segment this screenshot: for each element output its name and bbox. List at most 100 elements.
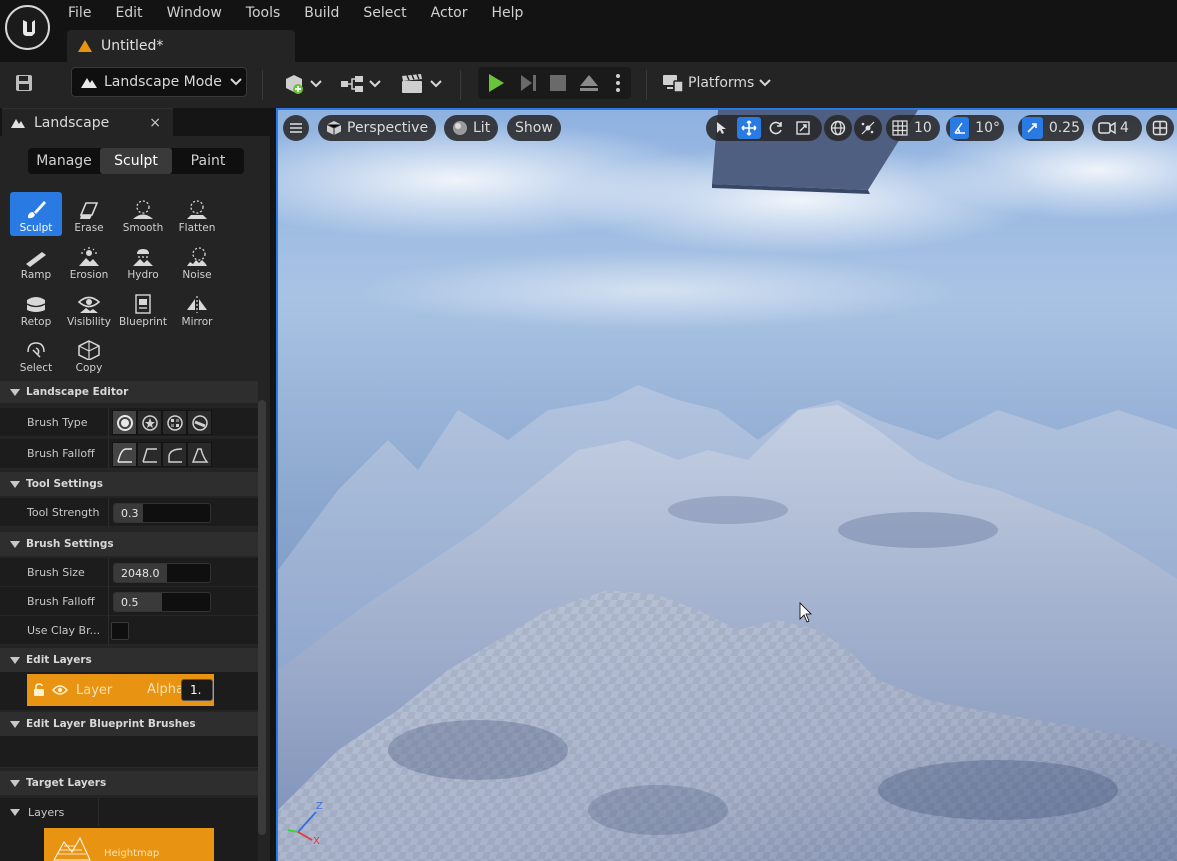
category-brush-settings[interactable]: Brush Settings [0, 532, 258, 556]
show-flags-button[interactable]: Show [507, 115, 561, 141]
menu-window[interactable]: Window [167, 3, 222, 23]
category-edit-layers[interactable]: Edit Layers [0, 648, 258, 672]
unreal-logo[interactable] [5, 5, 50, 50]
toolbar-divider [262, 70, 263, 100]
tool-flatten[interactable]: Flatten [171, 192, 223, 236]
tool-hydro[interactable]: Hydro [117, 239, 169, 283]
add-actor-button[interactable] [282, 72, 322, 96]
chevron-down-icon [230, 78, 242, 86]
use-clay-brush-checkbox[interactable] [111, 622, 129, 640]
unlock-icon[interactable] [33, 683, 47, 697]
document-tab[interactable]: Untitled* [67, 30, 295, 62]
panel-scrollbar[interactable] [258, 400, 266, 835]
tool-label: Ramp [20, 269, 52, 281]
brush-size-field[interactable]: 2048.0 [113, 563, 211, 583]
menu-help[interactable]: Help [491, 3, 523, 23]
tool-select[interactable]: Select [10, 332, 62, 376]
eject-button[interactable] [579, 73, 599, 97]
category-landscape-editor[interactable]: Landscape Editor [0, 381, 258, 403]
tool-blueprint[interactable]: Blueprint [117, 286, 169, 330]
category-target-layers[interactable]: Target Layers [0, 771, 258, 795]
falloff-smooth[interactable] [112, 442, 137, 467]
save-button[interactable] [14, 73, 34, 97]
scale-mode-button[interactable] [791, 117, 815, 139]
rotate-mode-button[interactable] [764, 117, 788, 139]
rotation-snap-button[interactable]: 10° [946, 115, 1004, 141]
brush-size-label: Brush Size [27, 566, 85, 579]
coordinate-system-button[interactable] [824, 115, 852, 141]
tab-paint[interactable]: Paint [172, 148, 244, 174]
grid-snap-button[interactable]: 10 [886, 115, 940, 141]
edit-layers-list: Layer Alpha 1. [0, 672, 258, 710]
level-viewport[interactable]: Perspective Lit Show 10 10° 0.25 4 Z X [276, 108, 1177, 861]
tool-strength-field[interactable]: 0.3 [113, 503, 211, 523]
blueprints-button[interactable] [340, 74, 381, 94]
scale-snap-toggle[interactable] [1022, 117, 1043, 139]
heightmap-layer[interactable]: Heightmap [44, 828, 214, 861]
close-icon[interactable]: × [149, 115, 161, 131]
perspective-button[interactable]: Perspective [318, 115, 437, 141]
unreal-logo-icon [22, 19, 35, 36]
tool-mirror[interactable]: Mirror [171, 286, 223, 330]
brush-size-row: Brush Size 2048.0 [0, 558, 258, 587]
surface-snapping-button[interactable] [854, 115, 882, 141]
stop-button[interactable] [549, 74, 567, 96]
tool-ramp[interactable]: Ramp [10, 239, 62, 283]
category-tool-settings[interactable]: Tool Settings [0, 472, 258, 496]
brush-falloff-label: Brush Falloff [27, 595, 95, 608]
menu-select[interactable]: Select [363, 3, 406, 23]
play-button[interactable] [486, 73, 506, 97]
brush-type-alpha[interactable] [137, 410, 162, 435]
brush-type-circle[interactable] [112, 410, 137, 435]
cinematics-button[interactable] [400, 73, 442, 95]
falloff-spherical[interactable] [162, 442, 187, 467]
falloff-tip[interactable] [187, 442, 212, 467]
brush-type-pattern[interactable] [162, 410, 187, 435]
category-label: Tool Settings [26, 478, 104, 490]
tool-copy[interactable]: Copy [63, 332, 115, 376]
tool-sculpt[interactable]: Sculpt [10, 192, 62, 236]
row-divider [108, 439, 109, 468]
camera-speed-button[interactable]: 4 [1092, 115, 1142, 141]
visibility-eye-icon[interactable] [52, 684, 68, 696]
tab-sculpt[interactable]: Sculpt [100, 148, 172, 174]
landscape-panel-tab[interactable]: Landscape × [2, 108, 173, 136]
layer-alpha-field[interactable]: 1. [181, 679, 213, 701]
row-divider [108, 498, 109, 527]
layers-subsection[interactable]: Layers [0, 798, 258, 826]
tool-strength-label: Tool Strength [27, 506, 100, 519]
menu-file[interactable]: File [68, 3, 91, 23]
platforms-button[interactable]: Platforms [662, 70, 772, 96]
tool-noise[interactable]: Noise [171, 239, 223, 283]
more-options-button[interactable] [615, 73, 621, 97]
brush-falloff-field[interactable]: 0.5 [113, 592, 211, 612]
brush-falloff-type-row: Brush Falloff [0, 439, 258, 469]
viewport-menu-button[interactable] [283, 115, 309, 141]
select-mode-button[interactable] [710, 117, 734, 139]
menu-edit[interactable]: Edit [115, 3, 142, 23]
brush-type-component[interactable] [187, 410, 212, 435]
tool-retop[interactable]: Retop [10, 286, 62, 330]
tool-smooth[interactable]: Smooth [117, 192, 169, 236]
falloff-linear[interactable] [137, 442, 162, 467]
chevron-down-icon [369, 80, 381, 88]
tool-erosion[interactable]: Erosion [63, 239, 115, 283]
layer-row[interactable]: Layer Alpha 1. [27, 674, 214, 706]
rotation-snap-toggle[interactable] [950, 117, 970, 139]
menu-build[interactable]: Build [304, 3, 339, 23]
menu-actor[interactable]: Actor [431, 3, 468, 23]
translate-mode-button[interactable] [737, 117, 761, 139]
menu-tools[interactable]: Tools [246, 3, 281, 23]
scale-snap-button[interactable]: 0.25 [1018, 115, 1084, 141]
tool-label: Visibility [66, 316, 111, 328]
advance-frame-button[interactable] [518, 73, 538, 97]
blueprint-icon [135, 294, 151, 314]
tool-erase[interactable]: Erase [63, 192, 115, 236]
viewport-layout-button[interactable] [1146, 115, 1174, 141]
tool-visibility[interactable]: Visibility [63, 286, 115, 330]
category-label: Target Layers [26, 777, 107, 789]
tab-manage[interactable]: Manage [28, 148, 100, 174]
view-mode-button[interactable]: Lit [444, 115, 499, 141]
mode-select[interactable]: Landscape Mode [71, 67, 247, 97]
category-edit-layer-bp-brushes[interactable]: Edit Layer Blueprint Brushes [0, 712, 258, 736]
